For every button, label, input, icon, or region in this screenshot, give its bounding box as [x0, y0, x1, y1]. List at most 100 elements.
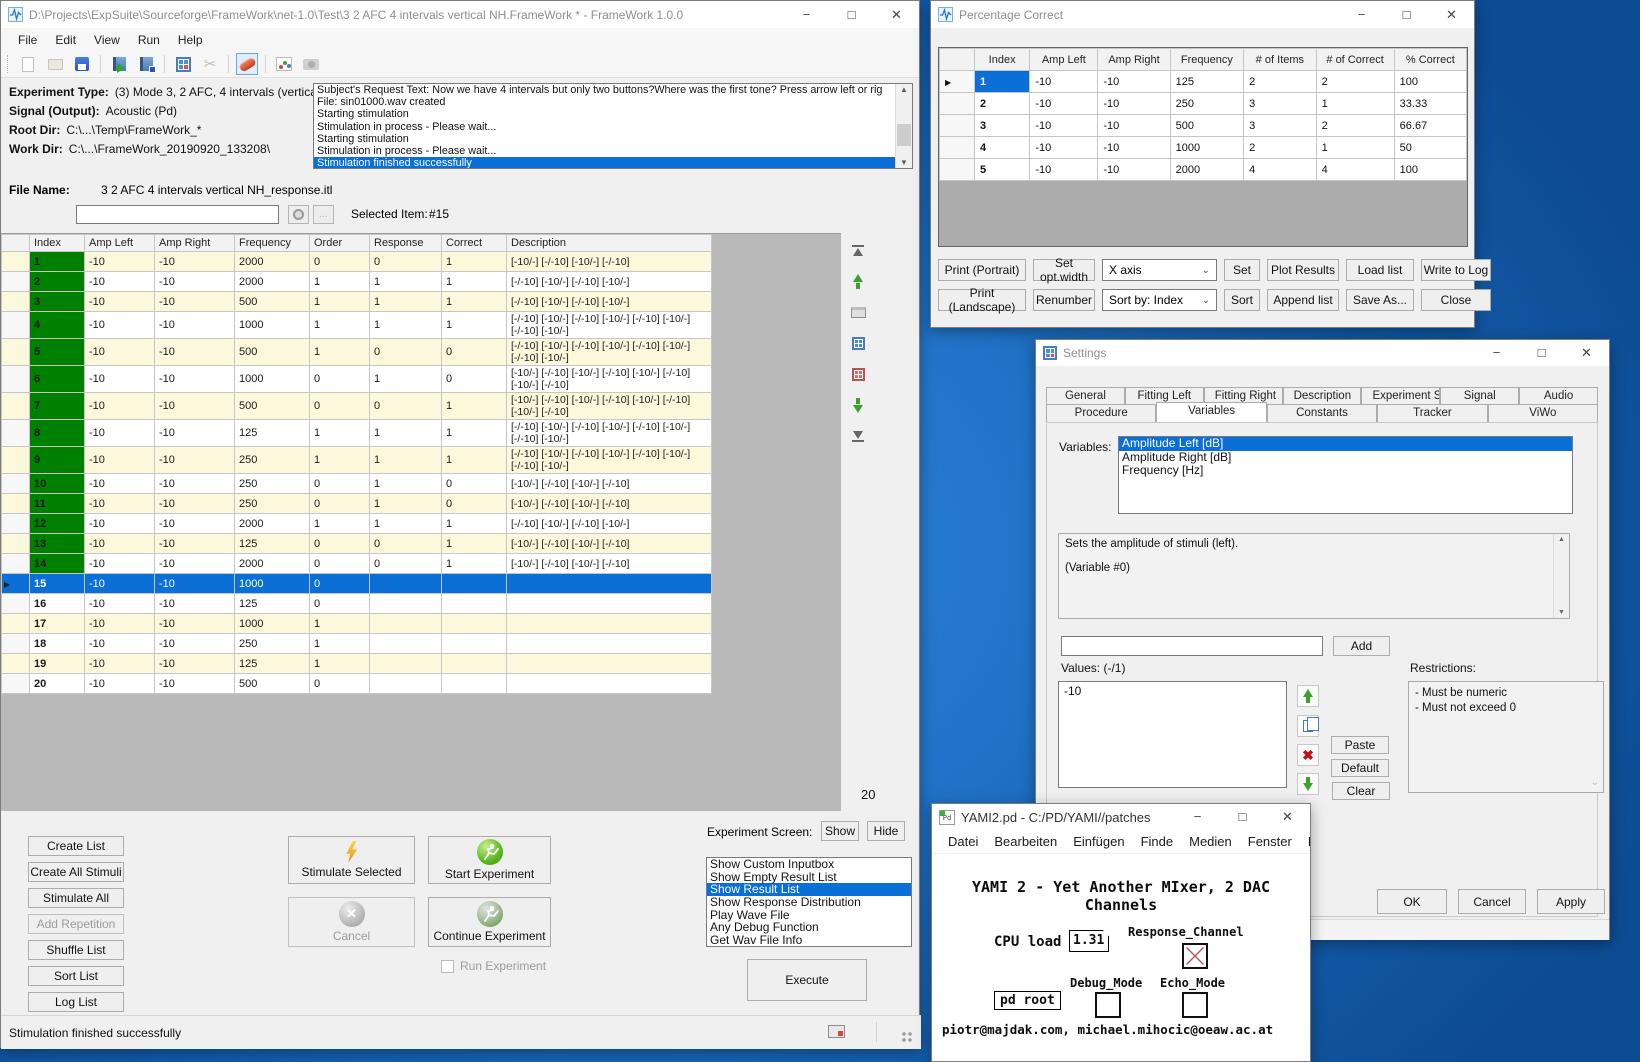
row-header[interactable]: ▶ — [2, 420, 30, 447]
row-header[interactable]: ▶ — [940, 137, 975, 159]
debug-mode-toggle[interactable] — [1095, 992, 1121, 1018]
grid-row[interactable]: ▶ 1 -10 -10 2000 0 0 1 [-10/-] [-/-10] [… — [2, 252, 712, 272]
grid-row[interactable]: ▶ 3 -10 -10 500 1 1 1 [-/-10] [-10/-] [-… — [2, 292, 712, 312]
close-button[interactable]: ✕ — [874, 1, 919, 28]
col-correct[interactable]: # of Correct — [1316, 49, 1394, 71]
cut-icon[interactable]: ✂ — [199, 53, 221, 75]
maximize-button[interactable]: □ — [829, 1, 874, 28]
continue-experiment-button[interactable]: Continue Experiment — [428, 897, 551, 947]
list-action-button[interactable]: Create List — [28, 836, 124, 856]
execute-button[interactable]: Execute — [747, 959, 867, 1001]
grid-row[interactable]: ▶ 17 -10 -10 1000 1 — [2, 614, 712, 634]
grid-row[interactable]: ▶ 2 -10 -10 2000 1 1 1 [-/-10] [-10/-] [… — [2, 272, 712, 292]
open-file-icon[interactable] — [44, 53, 66, 75]
function-list-item[interactable]: Get Wav File Info — [707, 934, 911, 947]
row-header[interactable]: ▶ — [2, 514, 30, 534]
menu-item[interactable]: Fenster — [1240, 832, 1300, 851]
minimize-button[interactable]: − — [1175, 804, 1220, 830]
sort-button[interactable]: Sort — [1224, 289, 1260, 311]
set-button[interactable]: Set — [1224, 259, 1260, 281]
cancel-button[interactable]: Cancel — [1458, 889, 1526, 914]
col-amp-left[interactable]: Amp Left — [85, 235, 155, 252]
menu-item[interactable]: Finde — [1133, 832, 1182, 851]
new-value-input[interactable] — [1061, 636, 1323, 656]
save-icon[interactable] — [71, 53, 93, 75]
row-header[interactable]: ▶ — [940, 159, 975, 181]
cpu-load-numberbox[interactable]: 1.31 — [1069, 930, 1109, 952]
tab[interactable]: Audio — [1519, 387, 1598, 405]
variables-listbox[interactable]: Amplitude Left [dB]Amplitude Right [dB]F… — [1118, 436, 1573, 514]
new-file-icon[interactable] — [17, 53, 39, 75]
move-to-top-button[interactable] — [846, 239, 870, 261]
menu-item[interactable]: Datei — [940, 832, 986, 851]
maximize-button[interactable]: □ — [1519, 340, 1564, 366]
percentage-table[interactable]: Index Amp Left Amp Right Frequency # of … — [939, 48, 1467, 181]
apply-button[interactable]: Apply — [1537, 889, 1605, 914]
scroll-down-icon[interactable]: ▼ — [1554, 609, 1569, 616]
row-header[interactable]: ▶ — [940, 115, 975, 137]
move-to-bottom-button[interactable] — [846, 425, 870, 447]
row-header[interactable]: ▶ — [2, 252, 30, 272]
load-list-icon[interactable] — [108, 53, 130, 75]
close-button[interactable]: ✕ — [1429, 1, 1474, 28]
col-index[interactable]: Index — [974, 49, 1029, 71]
settings-icon[interactable] — [172, 53, 194, 75]
grid-row[interactable]: ▶ 16 -10 -10 125 0 — [2, 594, 712, 614]
scroll-up-icon[interactable]: ▲ — [896, 85, 912, 94]
load-list-button[interactable]: Load list — [1346, 259, 1414, 281]
function-list-item[interactable]: Show Response Distribution — [707, 896, 911, 909]
log-scrollbar[interactable]: ▲ ▼ — [895, 84, 912, 168]
grid-row[interactable]: ▶ 14 -10 -10 2000 0 0 1 [-10/-] [-/-10] … — [2, 554, 712, 574]
delete-value-icon[interactable]: ✖ — [1297, 744, 1319, 766]
grid-row[interactable]: ▶ 20 -10 -10 500 0 — [2, 674, 712, 694]
print-landscape-button[interactable]: Print (Landscape) — [938, 289, 1026, 311]
menu-item[interactable]: Medien — [1181, 832, 1240, 851]
hide-button[interactable]: Hide — [867, 821, 905, 841]
function-listbox[interactable]: Show Custom InputboxShow Empty Result Li… — [706, 857, 912, 947]
table-row[interactable]: ▶ 1 -10 -10 125 2 2 100 — [940, 71, 1467, 93]
values-listbox[interactable]: -10 — [1058, 681, 1287, 788]
plot-icon[interactable] — [273, 53, 295, 75]
table-row[interactable]: ▶ 4 -10 -10 1000 2 1 50 — [940, 137, 1467, 159]
col-description[interactable]: Description — [507, 235, 712, 252]
row-header[interactable]: ▶ — [940, 71, 975, 93]
list-action-button[interactable]: Log List — [28, 992, 124, 1012]
copy-value-icon[interactable] — [1297, 715, 1319, 737]
log-line[interactable]: Stimulation finished successfully — [314, 157, 895, 169]
menu-item[interactable]: Run — [129, 30, 169, 50]
col-frequency[interactable]: Frequency — [235, 235, 310, 252]
col-percent[interactable]: % Correct — [1394, 49, 1466, 71]
menu-item[interactable]: Bearbeiten — [986, 832, 1065, 851]
save-list-icon[interactable] — [135, 53, 157, 75]
tab[interactable]: Variables — [1156, 402, 1266, 422]
resize-grip[interactable] — [901, 1031, 913, 1043]
append-list-button[interactable]: Append list — [1267, 289, 1339, 311]
log-line[interactable]: Stimulation in process - Please wait... — [314, 121, 895, 133]
list-action-button[interactable]: Add Repetition — [28, 914, 124, 934]
tab[interactable]: Experiment Screen — [1361, 387, 1440, 405]
col-index[interactable]: Index — [30, 235, 85, 252]
grid-row[interactable]: ▶ 7 -10 -10 500 0 0 1 [-10/-] [-/-10] [-… — [2, 393, 712, 420]
row-header[interactable]: ▶ — [2, 292, 30, 312]
col-response[interactable]: Response — [370, 235, 442, 252]
menu-item[interactable]: Hilfe — [1300, 832, 1311, 851]
search-input[interactable] — [76, 205, 279, 224]
variable-item[interactable]: Amplitude Right [dB] — [1119, 451, 1572, 465]
col-items[interactable]: # of Items — [1244, 49, 1316, 71]
paste-button[interactable]: Paste — [1331, 736, 1389, 754]
grid-row[interactable]: ▶ 18 -10 -10 250 1 — [2, 634, 712, 654]
start-experiment-button[interactable]: Start Experiment — [428, 836, 551, 884]
col-amp-left[interactable]: Amp Left — [1030, 49, 1098, 71]
move-value-up-button[interactable] — [1297, 685, 1319, 707]
col-correct[interactable]: Correct — [442, 235, 507, 252]
log-line[interactable]: Starting stimulation — [314, 108, 895, 120]
row-header[interactable]: ▶ — [2, 474, 30, 494]
add-button[interactable]: Add — [1333, 636, 1390, 656]
grid-row[interactable]: ▶ 12 -10 -10 2000 1 1 1 [-/-10] [-10/-] … — [2, 514, 712, 534]
grid-row[interactable]: ▶ 4 -10 -10 1000 1 1 1 [-/-10] [-10/-] [… — [2, 312, 712, 339]
close-list-button[interactable]: Close — [1421, 289, 1491, 311]
log-listbox[interactable]: ▲ ▼ Subject's Request Text: Now we have … — [313, 83, 913, 169]
select-all-button[interactable] — [846, 332, 870, 354]
maximize-button[interactable]: □ — [1384, 1, 1429, 28]
list-action-button[interactable]: Shuffle List — [28, 940, 124, 960]
